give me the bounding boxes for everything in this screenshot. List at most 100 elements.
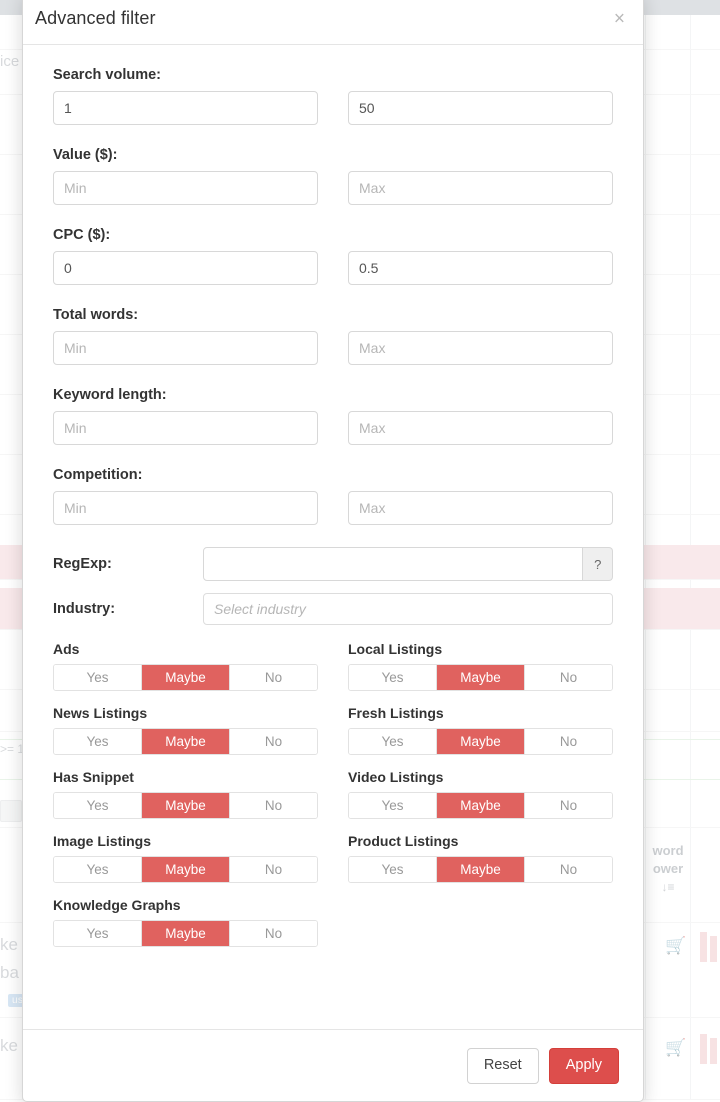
product-listings-no-button[interactable]: No	[525, 857, 612, 882]
video-listings-maybe-button[interactable]: Maybe	[437, 793, 525, 818]
field-search-volume: Search volume:	[53, 67, 613, 125]
news-listings-button-group: Yes Maybe No	[53, 728, 318, 755]
knowledge-graphs-yes-button[interactable]: Yes	[54, 921, 142, 946]
total-words-max-group	[348, 331, 613, 365]
keyword-length-max-group	[348, 411, 613, 445]
search-volume-max-group	[348, 91, 613, 125]
field-label-industry: Industry:	[53, 601, 203, 617]
cpc-max-group	[348, 251, 613, 285]
toggle-label-ads: Ads	[53, 641, 318, 657]
apply-button[interactable]: Apply	[549, 1048, 619, 1084]
page-title: Advanced filter	[35, 8, 156, 29]
field-keyword-length: Keyword length:	[53, 387, 613, 445]
field-value: Value ($):	[53, 147, 613, 205]
toggle-group-ads: Ads Yes Maybe No	[53, 641, 318, 691]
regexp-input[interactable]	[203, 547, 583, 581]
local-listings-yes-button[interactable]: Yes	[349, 665, 437, 690]
local-listings-no-button[interactable]: No	[525, 665, 612, 690]
ads-maybe-button[interactable]: Maybe	[142, 665, 230, 690]
ads-yes-button[interactable]: Yes	[54, 665, 142, 690]
has-snippet-no-button[interactable]: No	[230, 793, 317, 818]
toggle-label-image-listings: Image Listings	[53, 833, 318, 849]
value-max-input[interactable]	[348, 171, 613, 205]
toggle-label-fresh-listings: Fresh Listings	[348, 705, 613, 721]
fresh-listings-button-group: Yes Maybe No	[348, 728, 613, 755]
news-listings-maybe-button[interactable]: Maybe	[142, 729, 230, 754]
modal-footer: Reset Apply	[23, 1029, 643, 1101]
competition-min-input[interactable]	[53, 491, 318, 525]
knowledge-graphs-no-button[interactable]: No	[230, 921, 317, 946]
toggle-label-local-listings: Local Listings	[348, 641, 613, 657]
fresh-listings-maybe-button[interactable]: Maybe	[437, 729, 525, 754]
competition-max-group	[348, 491, 613, 525]
value-min-input[interactable]	[53, 171, 318, 205]
total-words-min-input[interactable]	[53, 331, 318, 365]
toggle-group-image-listings: Image Listings Yes Maybe No	[53, 833, 318, 883]
modal-body: Search volume: Value ($):	[23, 45, 643, 1029]
keyword-length-min-input[interactable]	[53, 411, 318, 445]
knowledge-graphs-button-group: Yes Maybe No	[53, 920, 318, 947]
cpc-min-input[interactable]	[53, 251, 318, 285]
search-volume-min-group	[53, 91, 318, 125]
news-listings-no-button[interactable]: No	[230, 729, 317, 754]
toggle-group-fresh-listings: Fresh Listings Yes Maybe No	[348, 705, 613, 755]
keyword-length-min-group	[53, 411, 318, 445]
field-competition: Competition:	[53, 467, 613, 525]
image-listings-maybe-button[interactable]: Maybe	[142, 857, 230, 882]
cpc-max-input[interactable]	[348, 251, 613, 285]
industry-select[interactable]: Select industry	[203, 593, 613, 625]
toggle-group-news-listings: News Listings Yes Maybe No	[53, 705, 318, 755]
keyword-length-max-input[interactable]	[348, 411, 613, 445]
ads-no-button[interactable]: No	[230, 665, 317, 690]
toggle-group-video-listings: Video Listings Yes Maybe No	[348, 769, 613, 819]
listing-toggles-grid: Ads Yes Maybe No Local Listings Yes Mayb…	[53, 641, 613, 961]
regexp-help-icon[interactable]: ?	[583, 547, 613, 581]
fresh-listings-no-button[interactable]: No	[525, 729, 612, 754]
image-listings-yes-button[interactable]: Yes	[54, 857, 142, 882]
fresh-listings-yes-button[interactable]: Yes	[349, 729, 437, 754]
field-label-search-volume: Search volume:	[53, 67, 613, 83]
search-volume-max-input[interactable]	[348, 91, 613, 125]
ads-button-group: Yes Maybe No	[53, 664, 318, 691]
toggle-group-product-listings: Product Listings Yes Maybe No	[348, 833, 613, 883]
field-label-competition: Competition:	[53, 467, 613, 483]
product-listings-button-group: Yes Maybe No	[348, 856, 613, 883]
field-label-total-words: Total words:	[53, 307, 613, 323]
close-icon[interactable]: ×	[610, 7, 629, 30]
modal-header: Advanced filter ×	[23, 0, 643, 45]
video-listings-yes-button[interactable]: Yes	[349, 793, 437, 818]
value-max-group	[348, 171, 613, 205]
image-listings-no-button[interactable]: No	[230, 857, 317, 882]
image-listings-button-group: Yes Maybe No	[53, 856, 318, 883]
toggle-label-video-listings: Video Listings	[348, 769, 613, 785]
field-regexp: RegExp: ?	[53, 547, 613, 581]
news-listings-yes-button[interactable]: Yes	[54, 729, 142, 754]
product-listings-maybe-button[interactable]: Maybe	[437, 857, 525, 882]
toggle-label-product-listings: Product Listings	[348, 833, 613, 849]
video-listings-no-button[interactable]: No	[525, 793, 612, 818]
toggle-group-knowledge-graphs: Knowledge Graphs Yes Maybe No	[53, 897, 318, 947]
field-label-cpc: CPC ($):	[53, 227, 613, 243]
field-label-value: Value ($):	[53, 147, 613, 163]
total-words-min-group	[53, 331, 318, 365]
local-listings-maybe-button[interactable]: Maybe	[437, 665, 525, 690]
field-label-keyword-length: Keyword length:	[53, 387, 613, 403]
search-volume-min-input[interactable]	[53, 91, 318, 125]
reset-button[interactable]: Reset	[467, 1048, 539, 1084]
toggle-group-has-snippet: Has Snippet Yes Maybe No	[53, 769, 318, 819]
has-snippet-button-group: Yes Maybe No	[53, 792, 318, 819]
toggle-group-local-listings: Local Listings Yes Maybe No	[348, 641, 613, 691]
advanced-filter-modal: Advanced filter × Search volume: Value (…	[22, 0, 644, 1102]
competition-max-input[interactable]	[348, 491, 613, 525]
cpc-min-group	[53, 251, 318, 285]
video-listings-button-group: Yes Maybe No	[348, 792, 613, 819]
has-snippet-maybe-button[interactable]: Maybe	[142, 793, 230, 818]
total-words-max-input[interactable]	[348, 331, 613, 365]
product-listings-yes-button[interactable]: Yes	[349, 857, 437, 882]
value-min-group	[53, 171, 318, 205]
has-snippet-yes-button[interactable]: Yes	[54, 793, 142, 818]
field-label-regexp: RegExp:	[53, 556, 203, 572]
field-industry: Industry: Select industry	[53, 593, 613, 625]
knowledge-graphs-maybe-button[interactable]: Maybe	[142, 921, 230, 946]
toggle-label-has-snippet: Has Snippet	[53, 769, 318, 785]
